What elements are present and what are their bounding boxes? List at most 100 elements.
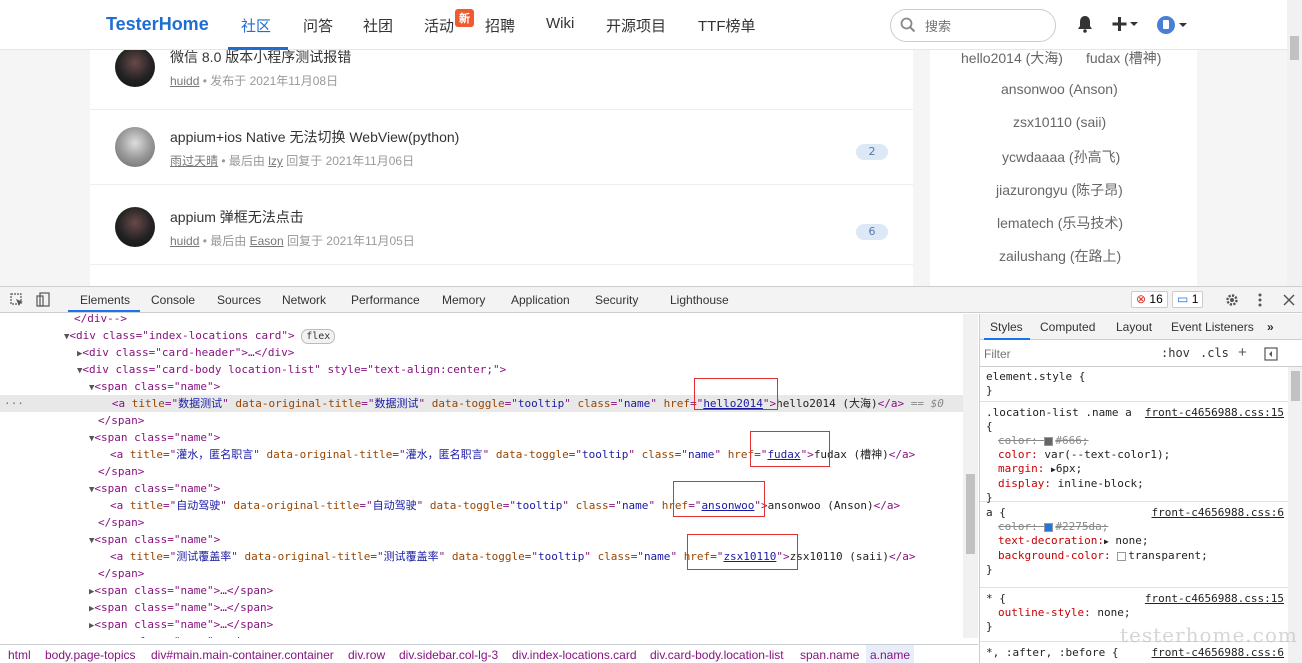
tab-application[interactable]: Application: [511, 293, 570, 307]
style-rule-element[interactable]: element.style { }: [980, 368, 1288, 402]
color-swatch-icon[interactable]: [1044, 522, 1054, 532]
location-link[interactable]: hello2014 (大海): [961, 48, 1063, 68]
search-box[interactable]: [890, 9, 1056, 42]
flex-badge[interactable]: flex: [301, 329, 336, 344]
tab-styles[interactable]: Styles: [990, 320, 1023, 334]
tab-layout[interactable]: Layout: [1116, 320, 1152, 334]
reply-count-badge[interactable]: 2: [856, 144, 888, 160]
ellipsis-icon[interactable]: ···: [0, 397, 24, 410]
scrollbar-thumb[interactable]: [1290, 36, 1299, 60]
style-rule[interactable]: a { front-c4656988.css:6 color: #2275da;…: [980, 504, 1288, 588]
topic-item[interactable]: appium+ios Native 无法切换 WebView(python) 雨…: [90, 105, 913, 185]
styles-filter-input[interactable]: [984, 345, 1149, 362]
dom-line[interactable]: ▶<span class="name">…</span>: [0, 633, 963, 638]
expand-triangle-icon[interactable]: ▶: [0, 604, 94, 614]
tab-memory[interactable]: Memory: [442, 293, 485, 307]
tab-elements[interactable]: Elements: [80, 293, 130, 307]
css-property[interactable]: background-color: transparent;: [986, 549, 1282, 563]
tab-performance[interactable]: Performance: [351, 293, 420, 307]
topic-author[interactable]: huidd: [170, 234, 199, 248]
css-property[interactable]: margin: ▶6px;: [986, 462, 1282, 477]
tab-lighthouse[interactable]: Lighthouse: [670, 293, 729, 307]
topic-replier[interactable]: lzy: [268, 154, 283, 168]
add-menu-icon[interactable]: [1111, 15, 1139, 33]
dom-line[interactable]: ▼<div class="index-locations card"> flex: [0, 327, 963, 344]
breadcrumb-item-active[interactable]: a.name: [866, 645, 915, 663]
location-link[interactable]: zsx10110 (saii): [1013, 114, 1106, 130]
dom-line[interactable]: ▼<span class="name">: [0, 531, 963, 548]
dom-line[interactable]: ▶<span class="name">…</span>: [0, 582, 963, 599]
nav-item-events[interactable]: 活动: [424, 15, 454, 36]
device-toolbar-icon[interactable]: [36, 292, 50, 308]
location-link[interactable]: jiazurongyu (陈子昂): [996, 180, 1123, 200]
expand-triangle-icon[interactable]: ▶: [0, 587, 94, 597]
location-link[interactable]: zailushang (在路上): [999, 246, 1121, 266]
topic-title[interactable]: 微信 8.0 版本小程序测试报错: [170, 47, 351, 67]
bell-icon[interactable]: [1077, 15, 1093, 33]
elements-dom-tree[interactable]: </div--> ▼<div class="index-locations ca…: [0, 314, 963, 638]
topic-author[interactable]: huidd: [170, 74, 199, 88]
location-link[interactable]: fudax (槽神): [1086, 48, 1161, 68]
tab-computed[interactable]: Computed: [1040, 320, 1095, 334]
dom-line[interactable]: ▶<span class="name">…</span>: [0, 599, 963, 616]
rule-source-link[interactable]: front-c4656988.css:6: [1152, 506, 1284, 520]
avatar[interactable]: [115, 127, 155, 167]
tab-network[interactable]: Network: [282, 293, 326, 307]
topic-item[interactable]: appium 弹框无法点击 huidd • 最后由 Eason 回复于 2021…: [90, 185, 913, 265]
collapse-triangle-icon[interactable]: ▼: [0, 434, 94, 444]
collapse-triangle-icon[interactable]: ▼: [0, 366, 82, 376]
css-property[interactable]: color: #666;: [986, 434, 1282, 448]
nav-item-community[interactable]: 社区: [241, 15, 271, 36]
styles-scrollbar[interactable]: [1288, 367, 1302, 663]
tab-sources[interactable]: Sources: [217, 293, 261, 307]
expand-triangle-icon[interactable]: ▶: [0, 621, 94, 631]
breadcrumb-item[interactable]: body.page-topics: [45, 645, 136, 663]
location-link[interactable]: ycwdaaaa (孙高飞): [1002, 147, 1120, 167]
new-rule-icon[interactable]: +: [1238, 344, 1247, 361]
breadcrumb-item[interactable]: div.row: [348, 645, 385, 663]
scrollbar-thumb[interactable]: [1291, 371, 1300, 401]
expand-triangle-icon[interactable]: ▶: [1104, 537, 1109, 546]
dom-line[interactable]: </div-->: [0, 314, 963, 327]
dom-line[interactable]: <a title="自动驾驶" data-original-title="自动驾…: [0, 497, 963, 514]
breadcrumb-item[interactable]: span.name: [800, 645, 859, 663]
expand-triangle-icon[interactable]: ▶: [0, 349, 82, 359]
dom-line[interactable]: ▶<div class="card-header">…</div>: [0, 344, 963, 361]
breadcrumb-item[interactable]: div.index-locations.card: [512, 645, 637, 663]
reply-count-badge[interactable]: 6: [856, 224, 888, 240]
css-property[interactable]: outline-style: none;: [986, 606, 1282, 620]
dom-line[interactable]: ▶<span class="name">…</span>: [0, 616, 963, 633]
tab-security[interactable]: Security: [595, 293, 638, 307]
error-count-badge[interactable]: ⊗ 16: [1131, 291, 1168, 308]
topic-title[interactable]: appium 弹框无法点击: [170, 207, 304, 227]
dom-line[interactable]: </span>: [0, 412, 963, 429]
css-property[interactable]: text-decoration:▶ none;: [986, 534, 1282, 549]
nav-item-wiki[interactable]: Wiki: [546, 15, 574, 32]
page-scrollbar[interactable]: [1287, 0, 1302, 286]
collapse-triangle-icon[interactable]: ▼: [0, 536, 94, 546]
elements-scrollbar[interactable]: [963, 314, 978, 638]
nav-item-qa[interactable]: 问答: [303, 15, 333, 36]
message-count-badge[interactable]: ▭ 1: [1172, 291, 1204, 308]
gear-icon[interactable]: [1225, 293, 1239, 307]
dom-line-selected[interactable]: ··· <a title="数据测试" data-original-title="…: [0, 395, 963, 412]
user-avatar-menu-icon[interactable]: [1156, 15, 1190, 35]
color-swatch-icon[interactable]: [1117, 551, 1127, 561]
toggle-sidebar-icon[interactable]: [1264, 347, 1278, 361]
collapse-triangle-icon[interactable]: ▼: [0, 485, 94, 495]
topic-title[interactable]: appium+ios Native 无法切换 WebView(python): [170, 127, 459, 147]
css-property[interactable]: display: inline-block;: [986, 477, 1282, 491]
tab-console[interactable]: Console: [151, 293, 195, 307]
close-icon[interactable]: [1283, 294, 1295, 306]
nav-item-ttf-ranking[interactable]: TTF榜单: [698, 15, 756, 36]
css-property[interactable]: color: #2275da;: [986, 520, 1282, 534]
nav-item-opensource[interactable]: 开源项目: [606, 15, 666, 36]
breadcrumb-item[interactable]: div.card-body.location-list: [650, 645, 784, 663]
dom-line[interactable]: ▼<div class="card-body location-list" st…: [0, 361, 963, 378]
breadcrumb-item[interactable]: div#main.main-container.container: [151, 645, 334, 663]
dom-line[interactable]: </span>: [0, 514, 963, 531]
inspect-element-icon[interactable]: [10, 293, 24, 307]
tab-event-listeners[interactable]: Event Listeners: [1171, 320, 1254, 334]
topic-replier[interactable]: Eason: [250, 234, 284, 248]
rule-source-link[interactable]: front-c4656988.css:15: [1145, 592, 1284, 606]
